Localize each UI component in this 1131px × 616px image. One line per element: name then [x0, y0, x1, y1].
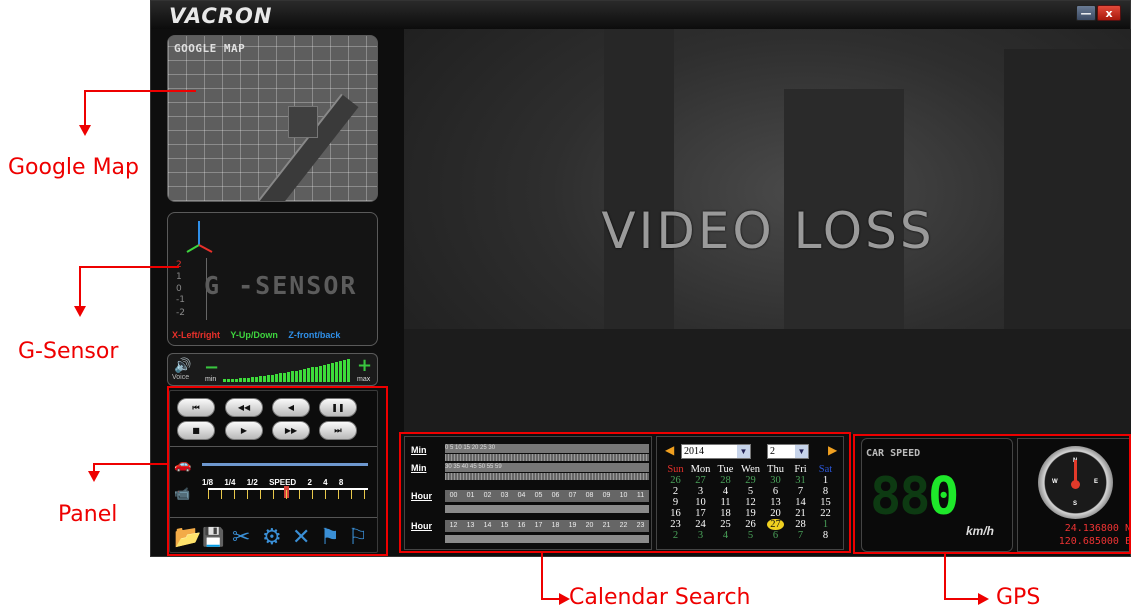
volume-level-bar: [263, 375, 266, 382]
g-sensor-title: G -SENSOR: [204, 271, 358, 300]
voice-control: 🔊 Voice − min + max: [167, 353, 378, 386]
volume-level-bar: [331, 362, 334, 382]
g-tick: 2: [176, 260, 182, 270]
volume-level-bar: [323, 364, 326, 382]
volume-level-bar: [339, 361, 342, 382]
volume-level-bar: [319, 365, 322, 382]
volume-level-bar: [231, 378, 234, 382]
volume-down-button[interactable]: −: [204, 357, 219, 378]
volume-level-bar: [227, 378, 230, 382]
annotation-line: [541, 553, 543, 599]
volume-level-bar: [235, 378, 238, 382]
annotation-line: [84, 90, 86, 126]
title-bar: VACRON — x: [151, 1, 1130, 29]
g-sensor-panel: 2 1 0 -1 -2 G -SENSOR X-Left/right Y-Up/…: [167, 212, 378, 346]
annotation-line: [541, 598, 561, 600]
voice-label: Voice: [172, 374, 190, 381]
volume-level-bar: [335, 362, 338, 382]
volume-level-bar: [303, 369, 306, 382]
legend-z: Z-front/back: [288, 330, 341, 340]
bg-street: [404, 329, 1131, 434]
g-sensor-legend: X-Left/right Y-Up/Down Z-front/back: [172, 330, 372, 340]
annotation-line: [944, 554, 946, 599]
volume-level-bar: [327, 363, 330, 382]
bg-building: [604, 29, 674, 359]
g-tick: 1: [176, 272, 182, 282]
volume-level-bar: [279, 373, 282, 382]
panel-highlight: [167, 386, 388, 556]
volume-up-button[interactable]: +: [357, 355, 372, 376]
speaker-icon[interactable]: 🔊: [174, 357, 191, 374]
volume-slider[interactable]: [223, 358, 353, 382]
stage: VACRON — x GOOGLE MAP 2 1 0 -1 -2 G -SEN…: [0, 0, 1131, 616]
google-map-annotation: Google Map: [8, 155, 140, 180]
calendar-highlight: [399, 432, 851, 553]
bg-building: [1004, 49, 1131, 359]
vacron-logo: VACRON: [169, 4, 273, 28]
annotation-line: [79, 266, 179, 268]
volume-level-bar: [251, 377, 254, 382]
volume-min-label: min: [205, 376, 217, 383]
volume-level-bar: [271, 374, 274, 382]
volume-level-bar: [239, 378, 242, 382]
annotation-line: [84, 90, 196, 92]
volume-level-bar: [259, 376, 262, 382]
g-tick: 0: [176, 284, 182, 294]
volume-level-bar: [311, 367, 314, 382]
legend-x: X-Left/right: [172, 330, 220, 340]
legend-y: Y-Up/Down: [230, 330, 278, 340]
volume-level-bar: [307, 368, 310, 382]
volume-level-bar: [343, 360, 346, 382]
volume-level-bar: [287, 372, 290, 382]
volume-level-bar: [291, 371, 294, 382]
panel-annotation: Panel: [58, 502, 118, 527]
volume-max-label: max: [357, 376, 371, 383]
volume-level-bar: [283, 372, 286, 382]
annotation-line: [944, 598, 980, 600]
volume-level-bar: [347, 359, 350, 382]
volume-level-bar: [295, 370, 298, 382]
volume-level-bar: [243, 377, 246, 382]
map-title: GOOGLE MAP: [174, 42, 246, 55]
video-display[interactable]: VIDEO LOSS: [404, 29, 1131, 434]
calendar-search-annotation: Calendar Search: [569, 585, 751, 610]
arrow-down-icon: [74, 306, 86, 317]
volume-level-bar: [299, 369, 302, 382]
axes-gizmo-icon: [186, 221, 213, 253]
annotation-line: [79, 266, 81, 310]
google-map-panel[interactable]: GOOGLE MAP: [167, 35, 378, 202]
volume-level-bar: [267, 375, 270, 382]
volume-level-bar: [223, 379, 226, 382]
g-tick: -2: [176, 308, 185, 318]
volume-level-bar: [255, 376, 258, 382]
map-road: [199, 93, 359, 201]
close-button[interactable]: x: [1097, 5, 1121, 21]
minimize-button[interactable]: —: [1076, 5, 1096, 21]
video-loss-text: VIDEO LOSS: [601, 202, 935, 260]
arrow-down-icon: [88, 471, 100, 482]
g-sensor-annotation: G-Sensor: [18, 339, 119, 364]
g-tick: -1: [176, 295, 185, 305]
volume-level-bar: [315, 366, 318, 382]
gps-highlight: [853, 434, 1131, 554]
annotation-line: [93, 463, 169, 465]
arrow-down-icon: [79, 125, 91, 136]
volume-level-bar: [247, 377, 250, 382]
volume-level-bar: [275, 374, 278, 382]
map-block: [288, 106, 318, 138]
gps-annotation: GPS: [996, 585, 1041, 610]
arrow-right-icon: [978, 593, 989, 605]
